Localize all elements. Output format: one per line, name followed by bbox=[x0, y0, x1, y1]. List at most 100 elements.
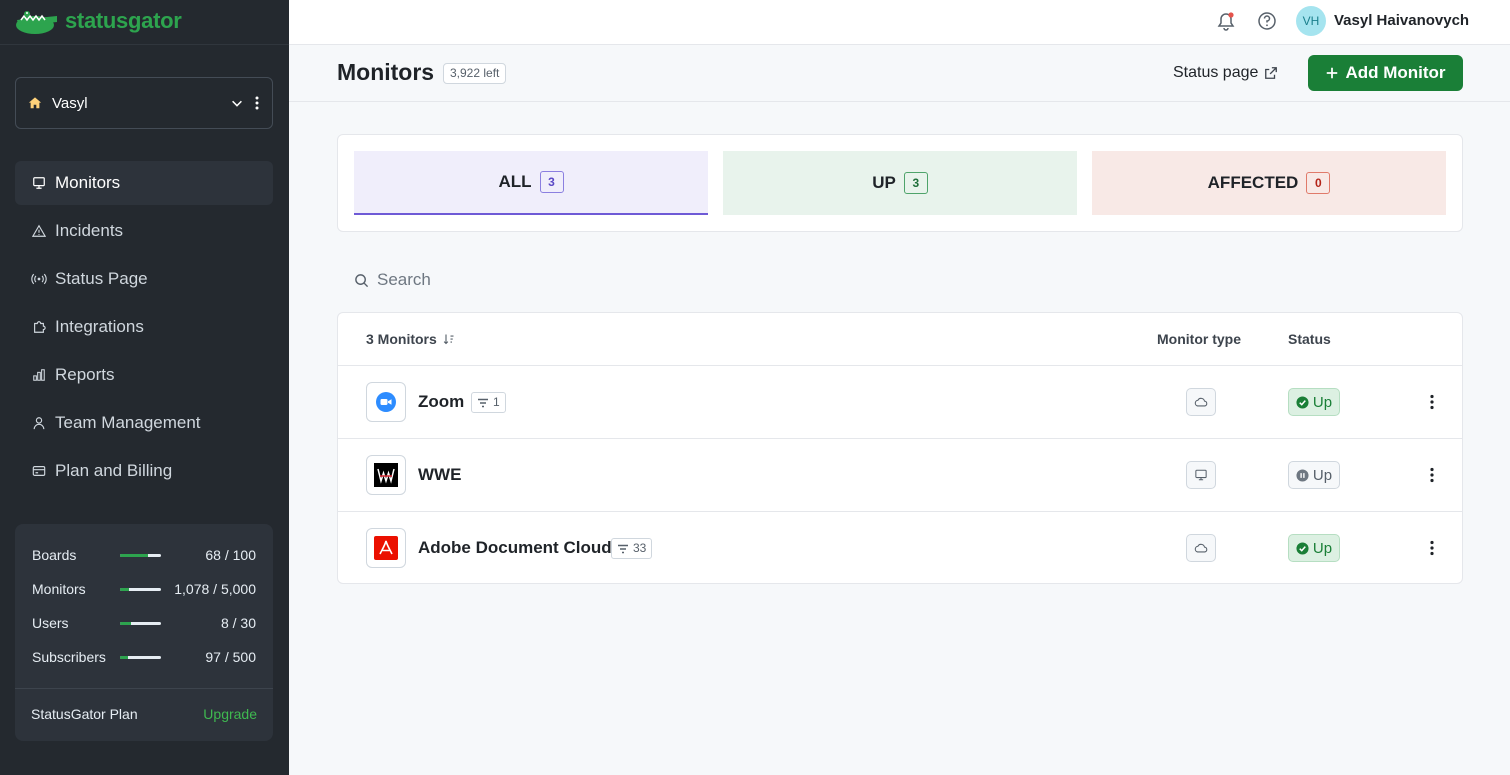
usage-progress-fill bbox=[120, 655, 128, 659]
usage-progress-fill bbox=[120, 621, 132, 625]
column-monitor-type: Monitor type bbox=[1157, 331, 1241, 347]
monitor-name[interactable]: Zoom bbox=[418, 392, 464, 412]
cloud-icon bbox=[1186, 388, 1216, 416]
status-page-label: Status page bbox=[1173, 64, 1259, 81]
monitors-left-badge: 3,922 left bbox=[443, 63, 507, 84]
usage-progress-bar bbox=[120, 553, 161, 557]
usage-progress-fill bbox=[120, 553, 148, 557]
workspace-selector[interactable]: Vasyl bbox=[15, 77, 273, 129]
workspace-name: Vasyl bbox=[52, 94, 88, 112]
sidebar-item-label: Integrations bbox=[55, 317, 144, 336]
warning-icon bbox=[31, 223, 47, 239]
sidebar-item-label: Team Management bbox=[55, 413, 201, 432]
filter-count: 0 bbox=[1306, 172, 1331, 194]
check-circle-icon bbox=[1296, 395, 1309, 409]
filter-label: ALL bbox=[498, 172, 532, 191]
usage-boards: Boards 68 / 100 bbox=[32, 545, 256, 565]
page-title: Monitors bbox=[337, 59, 435, 85]
bell-icon[interactable] bbox=[1215, 11, 1237, 33]
sidebar-item-label: Status Page bbox=[55, 269, 148, 288]
monitor-name[interactable]: Adobe Document Cloud bbox=[418, 538, 612, 558]
table-row[interactable]: Zoom 1 Up bbox=[338, 366, 1462, 439]
bar-chart-icon bbox=[31, 367, 47, 383]
usage-value: 1,078 / 5,000 bbox=[174, 581, 256, 597]
sidebar-item-plan-billing[interactable]: Plan and Billing bbox=[15, 449, 273, 493]
filter-icon bbox=[618, 544, 628, 553]
user-name[interactable]: Vasyl Haivanovych bbox=[1334, 12, 1469, 29]
sort-icon bbox=[443, 334, 454, 345]
pause-circle-icon bbox=[1296, 468, 1309, 482]
filter-count: 3 bbox=[903, 172, 928, 194]
more-vertical-icon[interactable] bbox=[1422, 538, 1442, 558]
puzzle-icon bbox=[31, 319, 47, 335]
avatar[interactable]: VH bbox=[1296, 6, 1326, 36]
check-circle-icon bbox=[1296, 541, 1309, 555]
status-page-link[interactable]: Status page bbox=[1173, 64, 1278, 82]
filter-label: UP bbox=[872, 173, 896, 192]
filter-count: 3 bbox=[539, 171, 564, 193]
status-text: Up bbox=[1312, 393, 1333, 411]
home-icon bbox=[28, 97, 42, 109]
components-badge[interactable]: 33 bbox=[611, 538, 653, 559]
desktop-icon bbox=[1186, 461, 1216, 489]
more-vertical-icon[interactable] bbox=[254, 95, 260, 111]
credit-card-icon bbox=[31, 463, 47, 479]
sidebar-item-incidents[interactable]: Incidents bbox=[15, 209, 273, 253]
filter-tab-all[interactable]: ALL 3 bbox=[354, 151, 708, 215]
usage-progress-fill bbox=[120, 587, 130, 591]
usage-label: Boards bbox=[32, 547, 77, 563]
help-icon[interactable] bbox=[1256, 10, 1278, 32]
sidebar-nav: Monitors Incidents Status Page Integrati… bbox=[15, 161, 273, 497]
chevron-down-icon[interactable] bbox=[230, 96, 244, 110]
logo[interactable]: statusgator bbox=[15, 4, 182, 38]
alligator-logo-icon bbox=[16, 11, 57, 34]
search-bar bbox=[337, 260, 837, 300]
sidebar-item-label: Monitors bbox=[55, 173, 121, 192]
usage-value: 68 / 100 bbox=[205, 547, 256, 563]
monitors-table: 3 Monitors Monitor type Status Zoom 1 Up bbox=[337, 312, 1463, 584]
usage-label: Subscribers bbox=[32, 649, 106, 665]
topbar: VH Vasyl Haivanovych bbox=[289, 0, 1510, 45]
user-icon bbox=[31, 415, 47, 431]
sidebar-item-reports[interactable]: Reports bbox=[15, 353, 273, 397]
usage-panel: Boards 68 / 100 Monitors 1,078 / 5,000 U… bbox=[15, 524, 273, 741]
status-badge: Up bbox=[1288, 388, 1340, 416]
page-header: Monitors 3,922 left Status page Add Moni… bbox=[289, 45, 1510, 102]
upgrade-link[interactable]: Upgrade bbox=[203, 706, 257, 722]
plan-name: StatusGator Plan bbox=[31, 706, 138, 722]
search-input[interactable] bbox=[377, 270, 777, 290]
table-row[interactable]: WWE Up bbox=[338, 439, 1462, 512]
search-icon bbox=[355, 273, 369, 287]
add-monitor-button[interactable]: Add Monitor bbox=[1308, 55, 1463, 91]
sidebar-item-label: Incidents bbox=[55, 221, 124, 240]
cloud-icon bbox=[1186, 534, 1216, 562]
table-row[interactable]: Adobe Document Cloud 33 Up bbox=[338, 512, 1462, 585]
monitor-icon bbox=[31, 175, 47, 191]
more-vertical-icon[interactable] bbox=[1422, 392, 1442, 412]
sidebar-item-monitors[interactable]: Monitors bbox=[15, 161, 273, 205]
filter-tab-up[interactable]: UP 3 bbox=[723, 151, 1077, 215]
filter-label: AFFECTED bbox=[1207, 173, 1299, 192]
wwe-logo-icon bbox=[366, 455, 406, 495]
sort-by-name[interactable]: 3 Monitors bbox=[366, 331, 455, 347]
usage-monitors: Monitors 1,078 / 5,000 bbox=[32, 579, 256, 599]
column-status: Status bbox=[1288, 331, 1331, 347]
table-header: 3 Monitors Monitor type Status bbox=[338, 313, 1462, 366]
sidebar-item-label: Reports bbox=[55, 365, 115, 384]
sidebar-item-team-management[interactable]: Team Management bbox=[15, 401, 273, 445]
more-vertical-icon[interactable] bbox=[1422, 465, 1442, 485]
status-badge: Up bbox=[1288, 534, 1340, 562]
filter-tab-affected[interactable]: AFFECTED 0 bbox=[1092, 151, 1446, 215]
components-badge[interactable]: 1 bbox=[471, 392, 506, 413]
add-monitor-label: Add Monitor bbox=[1345, 63, 1446, 82]
usage-label: Monitors bbox=[32, 581, 86, 597]
monitor-name[interactable]: WWE bbox=[418, 465, 461, 485]
usage-value: 97 / 500 bbox=[205, 649, 256, 665]
sidebar-item-status-page[interactable]: Status Page bbox=[15, 257, 273, 301]
monitors-count: 3 Monitors bbox=[366, 331, 437, 347]
components-count: 33 bbox=[633, 541, 647, 555]
usage-progress-bar bbox=[120, 587, 161, 591]
usage-value: 8 / 30 bbox=[220, 615, 256, 631]
sidebar-item-integrations[interactable]: Integrations bbox=[15, 305, 273, 349]
external-link-icon bbox=[1265, 67, 1278, 79]
